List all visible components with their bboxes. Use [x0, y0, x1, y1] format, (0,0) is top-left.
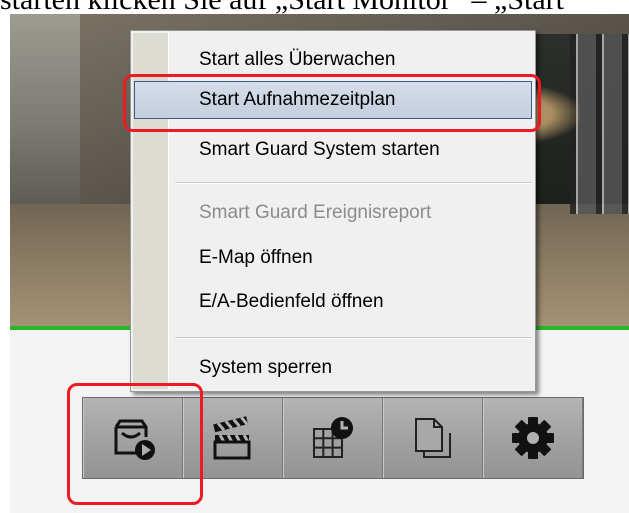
- menu-item-start-smart-guard[interactable]: Smart Guard System starten: [134, 131, 532, 169]
- menu-item-open-emap[interactable]: E-Map öffnen: [134, 239, 532, 277]
- highlight-start-monitor-button: [67, 383, 203, 505]
- gear-icon: [512, 417, 554, 459]
- menu-item-open-io-panel[interactable]: E/A-Bedienfeld öffnen: [134, 283, 532, 321]
- clapperboard-icon: [213, 416, 251, 460]
- menu-item-lock-system[interactable]: System sperren: [134, 349, 532, 387]
- menu-item-smart-guard-report: Smart Guard Ereignisreport: [199, 202, 432, 223]
- menu-separator: [175, 337, 531, 339]
- menu-separator: [175, 182, 531, 184]
- schedule-icon: [313, 417, 353, 458]
- documents-icon: [415, 418, 451, 458]
- schedule-button[interactable]: [283, 398, 383, 478]
- highlight-menu-item: [123, 74, 541, 132]
- settings-button[interactable]: [483, 398, 583, 478]
- reports-button[interactable]: [383, 398, 483, 478]
